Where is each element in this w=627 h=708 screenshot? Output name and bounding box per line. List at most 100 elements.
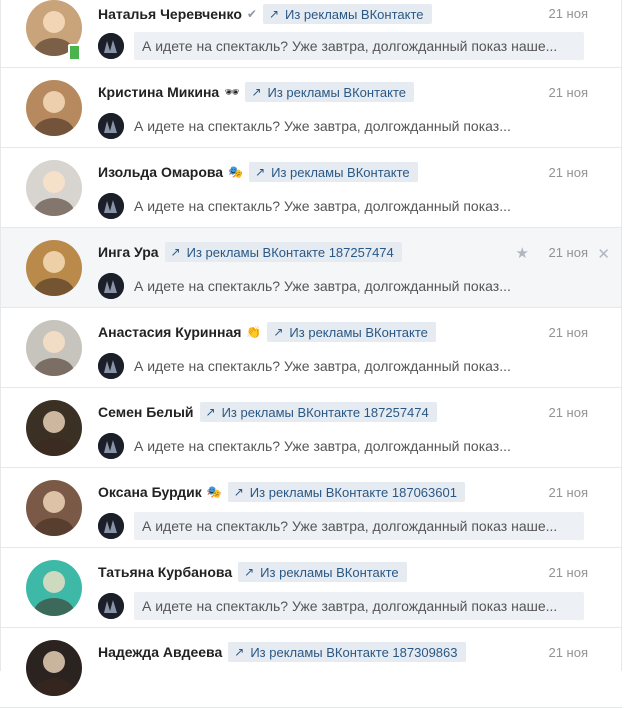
- dialog-date: 21 ноя: [548, 85, 588, 100]
- sender-avatar: [98, 513, 124, 539]
- message-text: А идете на спектакль? Уже завтра, долгож…: [134, 438, 511, 454]
- sender-avatar: [98, 593, 124, 619]
- dialog-row[interactable]: Семен Белый ↗ Из рекламы ВКонтакте 1872574…: [0, 388, 622, 468]
- sender-avatar: [98, 33, 124, 59]
- dialog-name[interactable]: Семен Белый: [98, 404, 194, 420]
- ad-source-tag[interactable]: ↗ Из рекламы ВКонтакте 187257474: [164, 242, 402, 262]
- message-preview[interactable]: А идете на спектакль? Уже завтра, долгож…: [98, 432, 526, 460]
- ad-source-label: Из рекламы ВКонтакте 187063601: [249, 484, 457, 500]
- ad-source-tag[interactable]: ↗ Из рекламы ВКонтакте 187063601: [227, 482, 465, 502]
- star-icon[interactable]: ★: [516, 244, 529, 262]
- name-line: Оксана Бурдик 🎭 ↗ Из рекламы ВКонтакте 1870…: [98, 481, 465, 503]
- status-emoji-icon: 🕶: [224, 85, 240, 99]
- avatar[interactable]: [26, 160, 82, 216]
- ad-source-tag[interactable]: ↗ Из рекламы ВКонтакте 187309863: [228, 642, 466, 662]
- message-preview[interactable]: А идете на спектакль? Уже завтра, долгож…: [98, 32, 584, 60]
- name-line: Анастасия Куринная 👏 ↗ Из рекламы ВКонтакте: [98, 321, 436, 343]
- dialog-name[interactable]: Изольда Омарова: [98, 164, 223, 180]
- dialog-date: 21 ноя: [548, 325, 588, 340]
- arrow-up-right-icon: ↗: [273, 325, 284, 339]
- ad-source-tag[interactable]: ↗ Из рекламы ВКонтакте: [262, 4, 432, 24]
- dialog-date: 21 ноя: [548, 565, 588, 580]
- name-line: Инга Ура ↗ Из рекламы ВКонтакте 187257474: [98, 241, 402, 263]
- dialog-date: 21 ноя: [548, 165, 588, 180]
- dialog-name[interactable]: Наталья Черевченко: [98, 6, 242, 22]
- ad-source-tag[interactable]: ↗ Из рекламы ВКонтакте: [267, 322, 436, 342]
- message-text: А идете на спектакль? Уже завтра, долгож…: [134, 278, 511, 294]
- dialog-row[interactable]: Изольда Омарова 🎭 ↗ Из рекламы ВКонтакте 21 …: [0, 148, 622, 228]
- dialog-row[interactable]: Оксана Бурдик 🎭 ↗ Из рекламы ВКонтакте 1870…: [0, 468, 622, 548]
- ad-source-tag[interactable]: ↗ Из рекламы ВКонтакте: [249, 162, 418, 182]
- message-preview[interactable]: А идете на спектакль? Уже завтра, долгож…: [98, 272, 526, 300]
- name-line: Надежда Авдеева ↗ Из рекламы ВКонтакте 187…: [98, 641, 466, 663]
- sender-avatar: [98, 193, 124, 219]
- ad-source-label: Из рекламы ВКонтакте: [285, 6, 424, 22]
- dialog-name[interactable]: Инга Ура: [98, 244, 159, 260]
- message-text: А идете на спектакль? Уже завтра, долгож…: [134, 198, 511, 214]
- dialog-name[interactable]: Анастасия Куринная: [98, 324, 241, 340]
- arrow-up-right-icon: ↗: [251, 85, 262, 99]
- message-text: А идете на спектакль? Уже завтра, долгож…: [134, 512, 584, 540]
- avatar[interactable]: [26, 320, 82, 376]
- dialog-row[interactable]: Наталья Черевченко ✔ ↗ Из рекламы ВКонтакте…: [0, 0, 622, 68]
- sender-avatar: [98, 273, 124, 299]
- message-preview[interactable]: А идете на спектакль? Уже завтра, долгож…: [98, 112, 526, 140]
- message-text: А идете на спектакль? Уже завтра, долгож…: [134, 32, 584, 60]
- name-line: Кристина Микина 🕶 ↗ Из рекламы ВКонтакте: [98, 81, 414, 103]
- sender-avatar: [98, 113, 124, 139]
- arrow-up-right-icon: ↗: [205, 405, 216, 419]
- avatar[interactable]: [26, 80, 82, 136]
- dialog-date: 21 ноя: [548, 245, 588, 260]
- status-emoji-icon: 🎭: [206, 485, 222, 499]
- name-line: Татьяна Курбанова ↗ Из рекламы ВКонтакте: [98, 561, 407, 583]
- sender-avatar: [98, 433, 124, 459]
- message-preview[interactable]: А идете на спектакль? Уже завтра, долгож…: [98, 512, 584, 540]
- arrow-up-right-icon: ↗: [234, 645, 245, 659]
- sender-avatar: [98, 353, 124, 379]
- status-emoji-icon: 🎭: [228, 165, 244, 179]
- ad-source-label: Из рекламы ВКонтакте: [289, 324, 428, 340]
- ad-source-label: Из рекламы ВКонтакте: [271, 164, 410, 180]
- dialog-name[interactable]: Татьяна Курбанова: [98, 564, 232, 580]
- verified-icon: ✔: [246, 7, 257, 21]
- dialog-name[interactable]: Кристина Микина: [98, 84, 219, 100]
- dialog-row[interactable]: Кристина Микина 🕶 ↗ Из рекламы ВКонтакте 21 …: [0, 68, 622, 148]
- dialog-date: 21 ноя: [548, 485, 588, 500]
- ad-source-tag[interactable]: ↗ Из рекламы ВКонтакте 187257474: [199, 402, 437, 422]
- online-mobile-icon: [68, 44, 81, 61]
- arrow-up-right-icon: ↗: [255, 165, 266, 179]
- name-line: Семен Белый ↗ Из рекламы ВКонтакте 1872574…: [98, 401, 437, 423]
- dialog-row[interactable]: Татьяна Курбанова ↗ Из рекламы ВКонтакте 21…: [0, 548, 622, 628]
- arrow-up-right-icon: ↗: [233, 485, 244, 499]
- close-icon[interactable]: ✕: [597, 245, 610, 263]
- arrow-up-right-icon: ↗: [170, 245, 181, 259]
- message-preview[interactable]: А идете на спектакль? Уже завтра, долгож…: [98, 592, 584, 620]
- ad-source-label: Из рекламы ВКонтакте: [267, 84, 406, 100]
- avatar[interactable]: [26, 400, 82, 456]
- arrow-up-right-icon: ↗: [244, 565, 255, 579]
- ad-source-label: Из рекламы ВКонтакте 187257474: [186, 244, 394, 260]
- dialog-name[interactable]: Надежда Авдеева: [98, 644, 222, 660]
- status-emoji-icon: 👏: [246, 325, 262, 339]
- ad-source-tag[interactable]: ↗ Из рекламы ВКонтакте: [238, 562, 407, 582]
- name-line: Наталья Черевченко ✔ ↗ Из рекламы ВКонтакте: [98, 3, 432, 25]
- dialog-row[interactable]: Анастасия Куринная 👏 ↗ Из рекламы ВКонтакте…: [0, 308, 622, 388]
- dialog-name[interactable]: Оксана Бурдик: [98, 484, 202, 500]
- ad-source-label: Из рекламы ВКонтакте 187257474: [221, 404, 429, 420]
- avatar[interactable]: [26, 560, 82, 616]
- message-text: А идете на спектакль? Уже завтра, долгож…: [134, 358, 511, 374]
- message-preview[interactable]: А идете на спектакль? Уже завтра, долгож…: [98, 192, 526, 220]
- message-preview[interactable]: А идете на спектакль? Уже завтра, долгож…: [98, 352, 526, 380]
- ad-source-label: Из рекламы ВКонтакте: [260, 564, 399, 580]
- dialog-row[interactable]: Надежда Авдеева ↗ Из рекламы ВКонтакте 187…: [0, 628, 622, 708]
- avatar[interactable]: [26, 240, 82, 296]
- dialog-date: 21 ноя: [548, 645, 588, 660]
- avatar[interactable]: [26, 640, 82, 696]
- dialog-date: 21 ноя: [548, 405, 588, 420]
- dialog-date: 21 ноя: [548, 6, 588, 21]
- ad-source-tag[interactable]: ↗ Из рекламы ВКонтакте: [245, 82, 414, 102]
- name-line: Изольда Омарова 🎭 ↗ Из рекламы ВКонтакте: [98, 161, 418, 183]
- dialog-row[interactable]: Инга Ура ↗ Из рекламы ВКонтакте 187257474 2…: [0, 228, 622, 308]
- avatar[interactable]: [26, 480, 82, 536]
- arrow-up-right-icon: ↗: [268, 7, 280, 21]
